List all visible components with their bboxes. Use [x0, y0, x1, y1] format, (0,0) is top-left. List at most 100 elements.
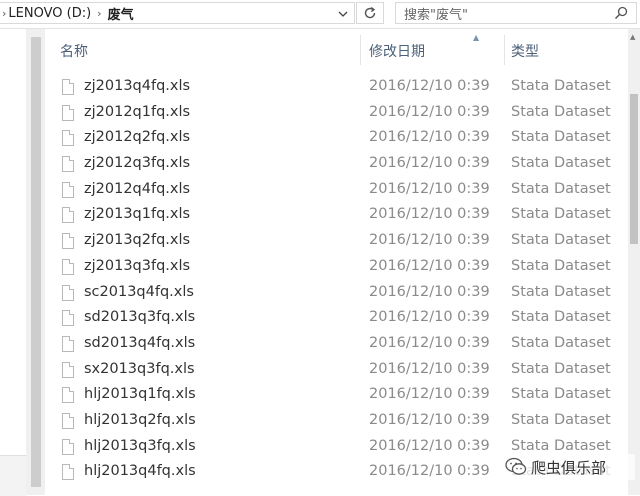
file-date: 2016/12/10 0:39: [369, 386, 490, 403]
file-date: 2016/12/10 0:39: [369, 309, 490, 326]
file-icon: [62, 438, 74, 455]
file-list-scrollbar-thumb[interactable]: [630, 94, 638, 244]
file-date: 2016/12/10 0:39: [369, 283, 490, 300]
navigation-pane-footer: [0, 455, 26, 496]
file-icon: [62, 464, 74, 481]
file-type: Stata Dataset: [511, 155, 611, 172]
file-list: zj2013q4fq.xls 2016/12/10 0:39 Stata Datas…: [46, 75, 628, 486]
file-row[interactable]: zj2013q2fq.xls 2016/12/10 0:39 Stata Datas…: [46, 229, 628, 255]
file-name: sx2013q3fq.xls: [84, 360, 195, 377]
file-name: sc2013q4fq.xls: [84, 283, 194, 300]
file-icon: [62, 335, 74, 352]
breadcrumb[interactable]: › LENOVO (D:) › 废气: [0, 2, 355, 24]
file-type: Stata Dataset: [511, 129, 611, 146]
file-type: Stata Dataset: [511, 411, 611, 428]
file-name: hlj2013q1fq.xls: [84, 386, 196, 403]
file-name: hlj2013q2fq.xls: [84, 411, 196, 428]
file-icon: [62, 412, 74, 429]
file-row[interactable]: sd2013q4fq.xls 2016/12/10 0:39 Stata Datas…: [46, 332, 628, 358]
search-placeholder: 搜索"废气": [404, 7, 468, 23]
file-type: Stata Dataset: [511, 232, 611, 249]
file-name: zj2012q2fq.xls: [84, 129, 191, 146]
file-list-scrollbar[interactable]: ▲: [628, 29, 640, 495]
search-icon[interactable]: [614, 6, 628, 20]
chevron-up-icon[interactable]: ▲: [630, 33, 635, 41]
navigation-scrollbar-thumb[interactable]: [31, 37, 41, 487]
file-row[interactable]: sd2013q3fq.xls 2016/12/10 0:39 Stata Datas…: [46, 306, 628, 332]
file-date: 2016/12/10 0:39: [369, 155, 490, 172]
file-name: zj2013q4fq.xls: [84, 78, 191, 94]
navigation-pane[interactable]: [0, 29, 26, 495]
file-row[interactable]: zj2013q4fq.xls 2016/12/10 0:39 Stata Datas…: [46, 75, 628, 101]
address-bar: › LENOVO (D:) › 废气 搜索"废气": [0, 0, 640, 29]
file-row[interactable]: hlj2013q1fq.xls 2016/12/10 0:39 Stata Data…: [46, 383, 628, 409]
chevron-right-icon[interactable]: ›: [0, 7, 8, 20]
file-name: sd2013q4fq.xls: [84, 334, 196, 351]
wechat-icon: [505, 457, 527, 475]
file-type: Stata Dataset: [511, 437, 611, 454]
file-name: zj2013q3fq.xls: [84, 257, 191, 274]
file-name: zj2013q2fq.xls: [84, 232, 191, 249]
watermark-text: 爬虫俱乐部: [531, 458, 607, 477]
file-icon: [62, 233, 74, 250]
file-icon: [62, 387, 74, 404]
file-type: Stata Dataset: [511, 360, 611, 377]
file-type: Stata Dataset: [511, 78, 611, 94]
file-name: zj2013q1fq.xls: [84, 206, 191, 223]
file-row[interactable]: zj2012q2fq.xls 2016/12/10 0:39 Stata Datas…: [46, 126, 628, 152]
file-row[interactable]: zj2012q1fq.xls 2016/12/10 0:39 Stata Datas…: [46, 101, 628, 127]
column-name-header[interactable]: 名称: [60, 41, 88, 61]
column-type-header[interactable]: 类型: [511, 41, 539, 61]
chevron-up-icon: ▲: [473, 33, 480, 42]
file-date: 2016/12/10 0:39: [369, 232, 490, 249]
file-date: 2016/12/10 0:39: [369, 129, 490, 146]
file-icon: [62, 156, 74, 173]
file-date: 2016/12/10 0:39: [369, 437, 490, 454]
file-name: hlj2013q3fq.xls: [84, 437, 196, 454]
refresh-icon: [364, 6, 376, 19]
breadcrumb-folder[interactable]: 废气: [104, 4, 138, 23]
file-date: 2016/12/10 0:39: [369, 360, 490, 377]
file-type: Stata Dataset: [511, 180, 611, 197]
breadcrumb-drive[interactable]: LENOVO (D:): [8, 6, 95, 21]
file-row[interactable]: zj2012q3fq.xls 2016/12/10 0:39 Stata Datas…: [46, 152, 628, 178]
file-row[interactable]: zj2013q1fq.xls 2016/12/10 0:39 Stata Datas…: [46, 203, 628, 229]
file-icon: [62, 284, 74, 301]
chevron-right-icon[interactable]: ›: [95, 7, 103, 20]
file-icon: [62, 207, 74, 224]
file-row[interactable]: zj2013q3fq.xls 2016/12/10 0:39 Stata Datas…: [46, 255, 628, 281]
file-row[interactable]: hlj2013q2fq.xls 2016/12/10 0:39 Stata Data…: [46, 409, 628, 435]
chevron-down-icon[interactable]: [334, 5, 352, 23]
file-date: 2016/12/10 0:39: [369, 411, 490, 428]
file-row[interactable]: zj2012q4fq.xls 2016/12/10 0:39 Stata Datas…: [46, 178, 628, 204]
file-date: 2016/12/10 0:39: [369, 103, 490, 120]
column-date-header[interactable]: 修改日期: [369, 41, 425, 61]
file-icon: [62, 79, 74, 95]
file-icon: [62, 310, 74, 327]
file-type: Stata Dataset: [511, 334, 611, 351]
file-type: Stata Dataset: [511, 283, 611, 300]
file-date: 2016/12/10 0:39: [369, 257, 490, 274]
watermark: 爬虫俱乐部: [505, 454, 635, 480]
file-name: zj2012q4fq.xls: [84, 180, 191, 197]
file-icon: [62, 104, 74, 121]
refresh-button[interactable]: [356, 2, 384, 24]
file-type: Stata Dataset: [511, 206, 611, 223]
navigation-scrollbar[interactable]: [26, 29, 45, 495]
column-divider[interactable]: [504, 35, 505, 65]
file-date: 2016/12/10 0:39: [369, 334, 490, 351]
file-icon: [62, 130, 74, 147]
search-input[interactable]: 搜索"废气": [395, 2, 637, 24]
file-name: zj2012q3fq.xls: [84, 155, 191, 172]
file-date: 2016/12/10 0:39: [369, 206, 490, 223]
file-icon: [62, 258, 74, 275]
column-divider[interactable]: [360, 35, 361, 65]
file-date: 2016/12/10 0:39: [369, 180, 490, 197]
file-type: Stata Dataset: [511, 257, 611, 274]
file-row[interactable]: sc2013q4fq.xls 2016/12/10 0:39 Stata Datas…: [46, 281, 628, 307]
file-name: zj2012q1fq.xls: [84, 103, 191, 120]
file-type: Stata Dataset: [511, 103, 611, 120]
file-icon: [62, 361, 74, 378]
file-date: 2016/12/10 0:39: [369, 78, 490, 94]
file-row[interactable]: sx2013q3fq.xls 2016/12/10 0:39 Stata Datas…: [46, 358, 628, 384]
